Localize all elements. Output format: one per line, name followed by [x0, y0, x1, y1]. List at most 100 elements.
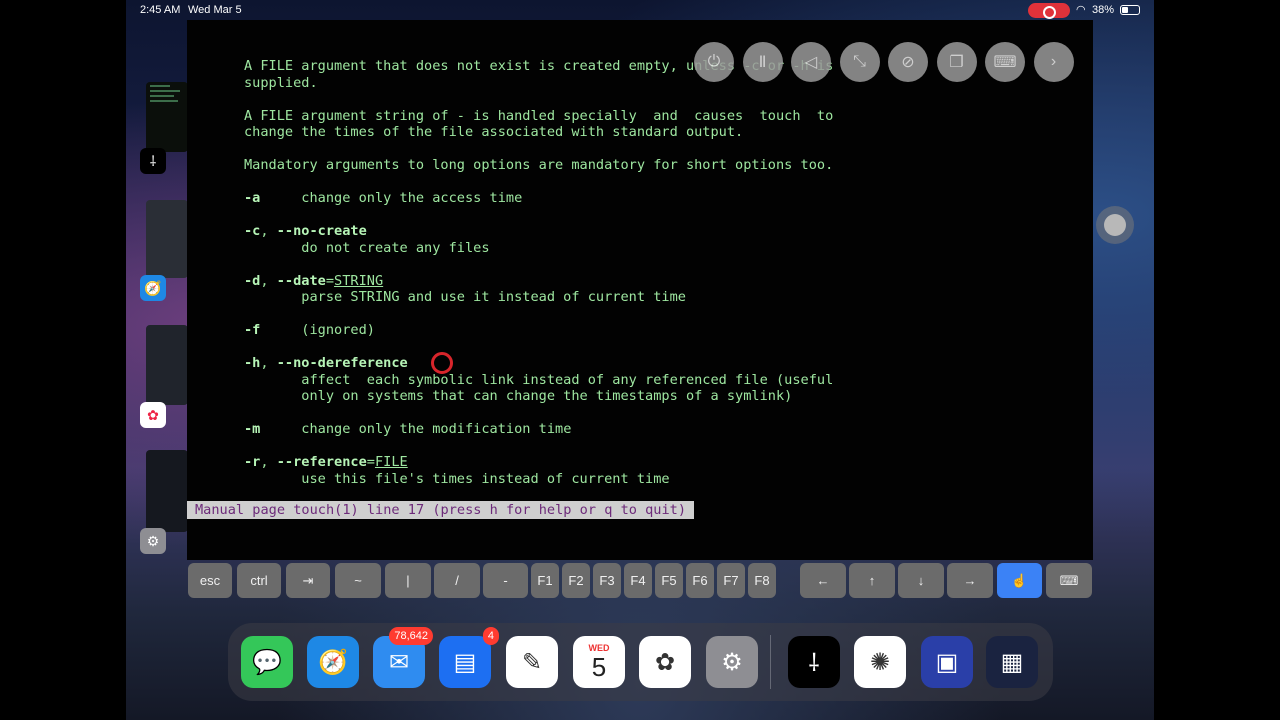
freeform-app[interactable]: ✎ — [506, 636, 558, 688]
key-slash[interactable]: / — [434, 563, 480, 598]
man-page-line: use this file's times instead of current… — [244, 471, 833, 488]
man-text-segment: , — [260, 223, 277, 239]
man-text-segment: do not create any files — [244, 239, 490, 256]
man-page-line — [244, 339, 833, 356]
key-tab[interactable]: ⇥ — [286, 563, 330, 598]
safari-app[interactable]: 🧭 — [307, 636, 359, 688]
keyboard-button[interactable]: ⌨ — [985, 42, 1025, 82]
key-ctrl[interactable]: ctrl — [237, 563, 281, 598]
key-tilde[interactable]: ~ — [335, 563, 381, 598]
safari-icon: 🧭 — [318, 648, 348, 676]
terminal-icon[interactable]: ⸸ — [140, 148, 166, 174]
stage-window-thumbnail[interactable] — [146, 325, 188, 405]
key-dash[interactable]: - — [483, 563, 528, 598]
man-text-segment: -d — [244, 272, 261, 289]
man-page-line: -h, --no-dereference — [244, 355, 833, 372]
key-pipe[interactable]: | — [385, 563, 431, 598]
man-page-line: -f (ignored) — [244, 322, 833, 339]
terminal-app[interactable]: ⸸ — [788, 636, 840, 688]
man-text-segment: -r — [244, 454, 261, 470]
man-text-segment: STRING — [334, 272, 384, 289]
key-f8[interactable]: F8 — [748, 563, 776, 598]
expand-button[interactable]: ⤡ — [839, 42, 880, 82]
pin-icon: ⊘ — [901, 54, 915, 71]
dock-separator — [770, 635, 771, 689]
man-text-segment: -a — [244, 190, 261, 206]
messages-icon: 💬 — [252, 648, 282, 676]
key-keyboard[interactable]: ⌨ — [1046, 563, 1092, 598]
terminal-icon: ⸸ — [808, 649, 820, 677]
pin-button[interactable]: ⊘ — [888, 42, 928, 82]
notification-badge: 78,642 — [389, 627, 433, 645]
key-f7[interactable]: F7 — [717, 563, 745, 598]
key-down[interactable]: ↓ — [898, 563, 944, 598]
man-text-segment: --reference — [276, 454, 367, 470]
app-library[interactable]: ▦ — [986, 636, 1038, 688]
chevron-right-button[interactable]: › — [1033, 42, 1074, 82]
chatgpt-app[interactable]: ✺ — [854, 636, 906, 688]
calendar-app[interactable]: WED 5 — [573, 636, 625, 688]
screens-icon: ▣ — [935, 648, 959, 676]
man-page-line: -d, --date=STRING — [244, 273, 833, 290]
key-left[interactable]: ← — [800, 563, 846, 598]
man-page-line — [244, 256, 833, 273]
safari-icon[interactable]: 🧭 — [140, 275, 166, 301]
mail-app[interactable]: ✉ 78,642 — [373, 627, 433, 688]
assistive-touch-button[interactable] — [1096, 206, 1134, 244]
man-text-segment: A FILE argument string of - is handled s… — [244, 107, 834, 124]
man-page-line — [244, 91, 833, 108]
man-page-line: -m change only the modification time — [244, 421, 833, 438]
screens-app[interactable]: ▣ — [921, 636, 973, 688]
settings-icon[interactable]: ⚙ — [140, 528, 166, 554]
man-page-line: -r, --reference=FILE — [244, 454, 833, 471]
man-text-segment: = — [366, 454, 375, 470]
key-f6[interactable]: F6 — [686, 563, 714, 598]
man-page-line — [244, 174, 833, 191]
pause-button[interactable]: Ⅱ — [742, 42, 783, 82]
man-page-line — [244, 405, 833, 422]
messages-app[interactable]: 💬 — [241, 636, 293, 688]
key-esc[interactable]: esc — [188, 563, 232, 598]
back-triangle-button[interactable]: ◁ — [791, 42, 831, 82]
man-page-line: Mandatory arguments to long options are … — [244, 157, 833, 174]
news-app[interactable]: ▤ 4 — [439, 627, 499, 688]
photos-icon: ✿ — [654, 648, 676, 676]
extra-keys-bar: esc ctrl ⇥ ~ | / - F1 F2 F3 F4 F5 F6 F7 F8 ← ↑ ↓ → ☝ ⌨ — [188, 563, 1092, 598]
windows-button[interactable]: ❐ — [936, 42, 977, 82]
news-icon: ▤ — [453, 648, 477, 676]
status-time: 2:45 AM — [140, 4, 181, 16]
photos-icon[interactable]: ✿ — [140, 402, 166, 428]
key-f4[interactable]: F4 — [624, 563, 652, 598]
key-f1[interactable]: F1 — [531, 563, 559, 598]
man-page-line: supplied. — [244, 75, 833, 92]
stage-window-thumbnail[interactable] — [146, 450, 188, 532]
chatgpt-icon: ✺ — [869, 648, 891, 676]
terminal-window[interactable]: A FILE argument that does not exist is c… — [187, 20, 1093, 560]
battery-icon — [1120, 5, 1140, 15]
man-text-segment: change only the access time — [260, 190, 523, 206]
man-text-segment: change the times of the file associated … — [244, 124, 744, 140]
man-text-segment: only on systems that can change the time… — [244, 388, 793, 404]
power-button[interactable]: ⏻ — [694, 42, 734, 82]
key-f2[interactable]: F2 — [562, 563, 590, 598]
key-up[interactable]: ↑ — [849, 563, 895, 598]
settings-app[interactable]: ⚙ — [706, 636, 758, 688]
key-f5[interactable]: F5 — [655, 563, 683, 598]
man-page-text: A FILE argument that does not exist is c… — [244, 58, 833, 487]
key-f3[interactable]: F3 — [593, 563, 621, 598]
man-text-segment: FILE — [374, 454, 408, 470]
key-right[interactable]: → — [947, 563, 993, 598]
stage-window-thumbnail[interactable] — [146, 200, 188, 278]
man-text-segment: --no-create — [276, 223, 367, 239]
battery-percentage: 38% — [1092, 4, 1115, 16]
settings-icon: ⚙ — [721, 648, 743, 676]
man-page-line: do not create any files — [244, 240, 833, 257]
man-page-line — [244, 306, 833, 323]
pause-icon: Ⅱ — [758, 54, 767, 71]
man-page-line — [244, 207, 833, 224]
man-text-segment: affect each symbolic link instead of any… — [244, 371, 834, 388]
screen-recording-icon[interactable] — [1028, 3, 1070, 19]
stage-window-thumbnail[interactable] — [146, 82, 188, 152]
key-touch-mode[interactable]: ☝ — [997, 563, 1042, 598]
photos-app[interactable]: ✿ — [639, 636, 691, 688]
